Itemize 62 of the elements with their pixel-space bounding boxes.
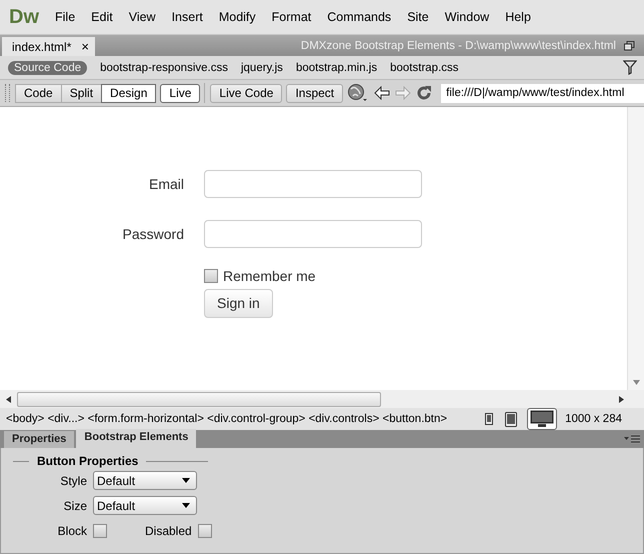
related-file[interactable]: bootstrap-responsive.css (100, 62, 228, 74)
filter-icon[interactable] (623, 60, 637, 75)
related-file[interactable]: bootstrap.min.js (296, 62, 378, 74)
field-label: Size (62, 498, 88, 512)
input-field[interactable] (204, 220, 422, 248)
menu-item[interactable]: Modify (218, 10, 256, 24)
desktop-icon[interactable] (527, 408, 558, 430)
checkbox[interactable] (93, 524, 107, 538)
field-label: Password (122, 226, 185, 242)
related-file[interactable]: jquery.js (240, 62, 283, 74)
inspect-button[interactable]: Inspect (286, 84, 344, 102)
checkbox-label: Block (56, 524, 88, 538)
menu-item[interactable]: Insert (172, 10, 203, 24)
dropdown[interactable]: Default (93, 496, 197, 515)
dropdown-arrow-icon (182, 503, 190, 508)
panel-menu-icon[interactable] (624, 435, 640, 443)
tablet-icon[interactable] (503, 410, 520, 428)
refresh-icon[interactable] (416, 85, 432, 101)
input-field[interactable] (204, 170, 422, 198)
checkbox-label: Disabled (144, 524, 193, 538)
dropdown[interactable]: Default (93, 471, 197, 490)
live-code-button[interactable]: Live Code (210, 84, 282, 102)
live-button[interactable]: Live (160, 84, 200, 102)
scroll-down-icon[interactable] (632, 380, 640, 385)
back-icon[interactable] (374, 86, 390, 100)
address-field[interactable]: file:///D|/wamp/www/test/index.html (441, 84, 644, 102)
window-size: 1000 x 284 (565, 413, 622, 425)
related-file[interactable]: bootstrap.css (390, 62, 459, 74)
menu-item[interactable]: View (128, 10, 156, 24)
scroll-left-icon[interactable] (6, 396, 11, 402)
sign-in-button[interactable]: Sign in (204, 288, 273, 318)
tag-selector[interactable]: <body> <div...> <form.form-horizontal> <div.control-group> <div.controls> <button.btn> (6, 413, 476, 425)
dropdown-arrow-icon (182, 478, 190, 483)
menu-item[interactable]: Commands (327, 10, 392, 24)
scrollbar-thumb[interactable] (17, 392, 381, 406)
field-label: Email (148, 176, 185, 192)
document-tab[interactable]: index.html* × (2, 37, 95, 56)
checkbox[interactable] (204, 269, 218, 283)
vertical-scrollbar[interactable] (627, 107, 644, 390)
checkbox[interactable] (198, 524, 212, 538)
restore-icon[interactable] (624, 40, 635, 50)
close-button[interactable]: × (81, 39, 89, 54)
view-button[interactable]: Split (60, 84, 102, 102)
menu-item[interactable]: Window (444, 10, 490, 24)
section-title: Button Properties (37, 454, 138, 468)
menu-item[interactable]: File (55, 10, 76, 24)
menu-item[interactable]: Site (407, 10, 429, 24)
scroll-right-icon[interactable] (619, 396, 624, 402)
menu-item[interactable]: Help (505, 10, 531, 24)
field-label: Style (59, 474, 88, 488)
related-file[interactable]: Source Code (8, 60, 88, 74)
checkbox-label: Remember me (223, 268, 316, 284)
phone-icon[interactable] (483, 412, 496, 426)
menu-item[interactable]: Edit (91, 10, 113, 24)
view-button[interactable]: Design (101, 84, 156, 102)
document-path: DMXzone Bootstrap Elements - D:\wamp\www\test\index.html (300, 40, 616, 52)
panel-tab[interactable]: Bootstrap Elements (76, 429, 196, 448)
panel-tab[interactable]: Properties (4, 431, 74, 448)
globe-icon[interactable] (347, 83, 370, 103)
view-button[interactable]: Code (15, 84, 62, 102)
app-logo: Dw (9, 6, 39, 28)
menu-item[interactable]: Format (272, 10, 312, 24)
